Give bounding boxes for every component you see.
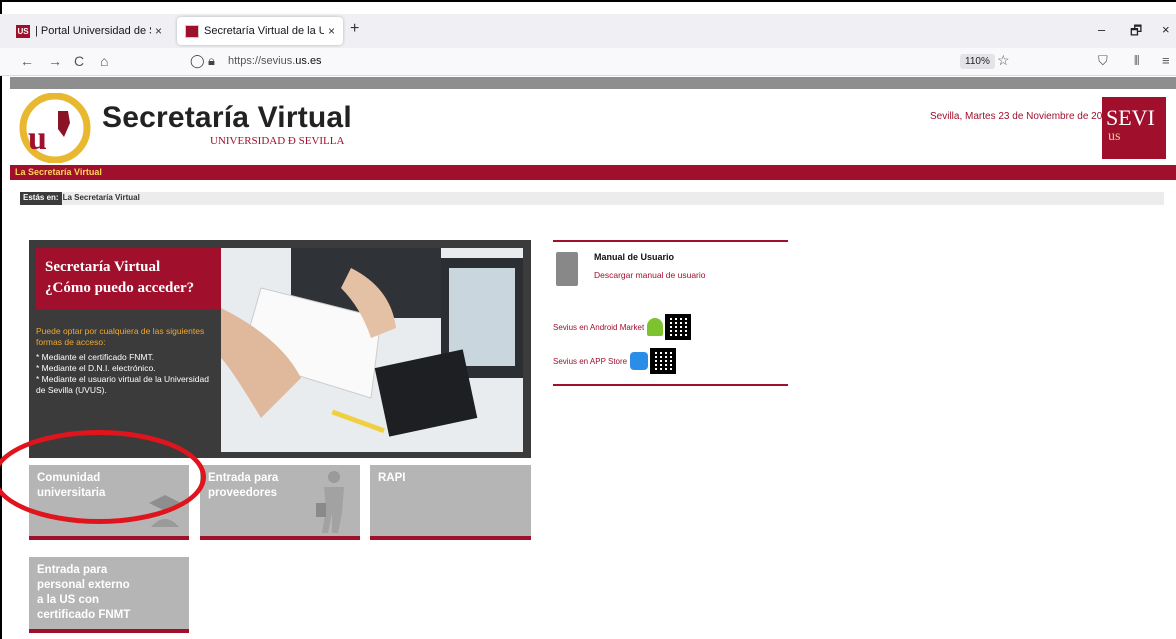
- businessman-icon: [316, 471, 344, 533]
- restore-button[interactable]: 🗗: [1130, 22, 1142, 44]
- menu-bar[interactable]: La Secretaría Virtual: [10, 165, 1176, 180]
- manual-title: Manual de Usuario: [594, 252, 675, 262]
- qr-code-icon: [650, 348, 677, 374]
- zoom-level[interactable]: 110%: [960, 54, 995, 69]
- svg-text:u: u: [28, 120, 47, 157]
- bookmark-star-icon[interactable]: ☆: [997, 52, 1010, 69]
- android-icon: [647, 318, 664, 336]
- breadcrumb: Estás en: La Secretaría Virtual: [20, 192, 1164, 205]
- new-tab-button[interactable]: +: [350, 20, 359, 38]
- breadcrumb-current: La Secretaría Virtual: [62, 193, 140, 202]
- menu-icon[interactable]: ≡: [1162, 53, 1170, 68]
- tab-secretaria[interactable]: Secretaría Virtual de la Universi ×: [177, 17, 343, 45]
- rapi-tile[interactable]: RAPI: [370, 465, 531, 540]
- access-info-banner: Secretaría Virtual ¿Cómo puedo acceder? …: [29, 240, 531, 458]
- us-favicon-icon: US: [16, 24, 30, 38]
- android-app-link[interactable]: Sevius en Android Market: [553, 314, 692, 340]
- navigation-bar: ← → C ⌂ ◯ 🔒︎ https://sevius.us.es 110% ☆…: [0, 48, 1176, 76]
- back-button[interactable]: ←: [20, 53, 34, 69]
- appstore-icon: [630, 352, 649, 370]
- appstore-app-link[interactable]: Sevius en APP Store: [553, 348, 677, 374]
- office-photo: [221, 248, 523, 452]
- forward-button[interactable]: →: [48, 53, 62, 69]
- top-strip: [10, 77, 1176, 89]
- site-brand: Secretaría Virtual: [102, 101, 352, 134]
- downloads-panel: Manual de Usuario Descargar manual de us…: [553, 240, 788, 386]
- shield-icon: ◯: [190, 53, 205, 68]
- library-icon[interactable]: ⫴: [1134, 53, 1139, 69]
- sevius-logo[interactable]: SEVI us: [1102, 97, 1166, 159]
- banner-title: Secretaría Virtual ¿Cómo puedo acceder?: [36, 248, 246, 310]
- tab-portal[interactable]: US | Portal Universidad de Sevilla ×: [8, 17, 170, 45]
- close-window-button[interactable]: ×: [1162, 22, 1170, 37]
- university-seal-logo[interactable]: u: [18, 93, 92, 163]
- document-icon: [556, 252, 578, 286]
- current-date: Sevilla, Martes 23 de Noviembre de 2021: [930, 111, 1114, 122]
- university-name: UNIVERSIDAD Ð SEVILLA: [210, 135, 345, 147]
- breadcrumb-label: Estás en:: [20, 192, 62, 205]
- annotation-circle: [0, 430, 206, 524]
- manual-download-link[interactable]: Descargar manual de usuario: [594, 270, 706, 280]
- close-icon[interactable]: ×: [328, 24, 335, 38]
- close-icon[interactable]: ×: [155, 24, 162, 38]
- site-header: u Secretaría Virtual UNIVERSIDAD Ð SEVIL…: [10, 89, 1176, 165]
- minimize-button[interactable]: –: [1098, 22, 1105, 37]
- tab-title: Secretaría Virtual de la Universi: [204, 25, 324, 37]
- reload-button[interactable]: C: [74, 53, 84, 69]
- tab-bar: US | Portal Universidad de Sevilla × Sec…: [0, 14, 1176, 48]
- pocket-icon[interactable]: ⛉: [1098, 53, 1108, 69]
- lock-icon: 🔒︎: [208, 53, 215, 68]
- qr-code-icon: [665, 314, 692, 340]
- entrada-proveedores-tile[interactable]: Entrada para proveedores: [200, 465, 360, 540]
- personal-externo-tile[interactable]: Entrada para personal externo a la US con c…: [29, 557, 189, 633]
- tab-title: | Portal Universidad de Sevilla: [35, 25, 151, 37]
- banner-text: Puede optar por cualquiera de las siguie…: [36, 326, 209, 395]
- home-button[interactable]: ⌂: [100, 53, 108, 69]
- sevius-favicon-icon: [185, 24, 199, 38]
- url-field[interactable]: https://sevius.us.es: [228, 55, 322, 67]
